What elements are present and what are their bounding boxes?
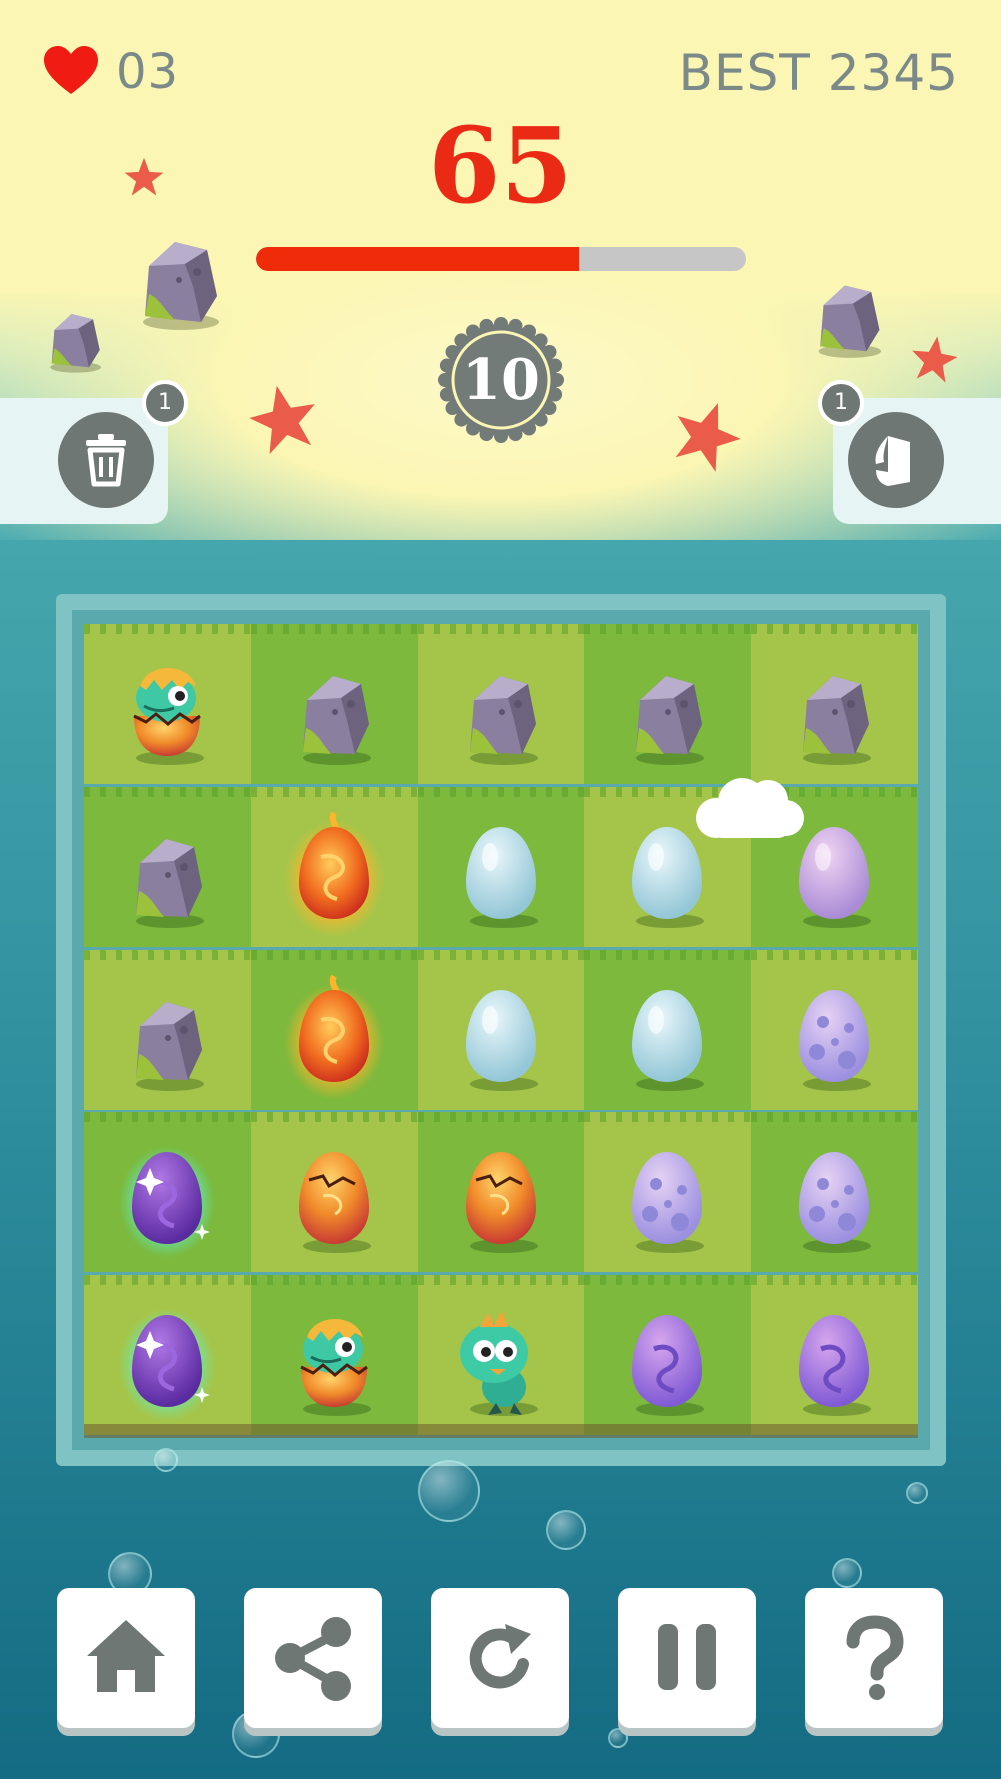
starfish-decoration <box>249 385 315 455</box>
game-board <box>84 624 919 1438</box>
restart-button[interactable] <box>431 1588 569 1728</box>
trash-powerup-button[interactable] <box>58 412 154 508</box>
cloud-decoration <box>696 778 804 838</box>
swirl-egg-icon <box>632 1315 705 1417</box>
rock-icon <box>469 676 538 765</box>
rock-icon <box>136 838 204 928</box>
share-button[interactable] <box>244 1588 382 1728</box>
best-score: BEST 2345 <box>678 44 959 102</box>
board-tile[interactable] <box>751 1112 919 1273</box>
bomb-powerup-button[interactable] <box>848 412 944 508</box>
rock-decoration <box>50 314 101 373</box>
bomb-count-badge: 1 <box>818 380 864 426</box>
board-tile[interactable] <box>84 1112 251 1273</box>
plain-egg-icon <box>632 989 705 1091</box>
level-badge: 10 <box>437 316 565 444</box>
moves-counter: 65 <box>428 104 573 227</box>
board-tile[interactable] <box>84 1275 251 1436</box>
board-tile[interactable] <box>584 624 752 784</box>
magic-egg-icon <box>119 1146 215 1259</box>
starfish-decoration <box>675 403 741 472</box>
board-tile[interactable] <box>250 949 418 1110</box>
rock-icon <box>136 1001 204 1091</box>
home-icon <box>87 1620 165 1692</box>
bubble-decoration <box>906 1482 928 1504</box>
board-tile[interactable] <box>417 624 585 784</box>
starfish-decoration <box>912 336 958 383</box>
board-edge <box>84 1424 918 1438</box>
board-tile[interactable] <box>250 624 418 784</box>
bubble-decoration <box>546 1510 586 1550</box>
restart-icon <box>469 1624 531 1689</box>
board-tile[interactable] <box>751 949 919 1110</box>
plain-egg-icon <box>465 826 538 928</box>
rock-decoration <box>818 285 882 358</box>
board-tile[interactable] <box>751 624 919 784</box>
share-icon <box>275 1617 351 1701</box>
board-tile[interactable] <box>250 1112 418 1273</box>
board-tile[interactable] <box>584 949 752 1110</box>
help-button[interactable] <box>805 1588 943 1728</box>
progress-bar <box>256 247 746 271</box>
hatching-dragon-icon <box>300 1319 371 1417</box>
home-button[interactable] <box>57 1588 195 1728</box>
spotted-egg-icon <box>799 1152 872 1254</box>
help-icon <box>846 1615 904 1700</box>
bubble-decoration <box>154 1448 178 1472</box>
cracked-egg-icon <box>465 1152 538 1254</box>
rock-icon <box>302 676 371 765</box>
spotted-egg-icon <box>632 1152 705 1254</box>
trash-icon <box>86 434 126 487</box>
progress-fill <box>256 247 580 271</box>
lives-count: 03 <box>116 44 180 100</box>
board-tile[interactable] <box>751 1275 919 1436</box>
board-tile[interactable] <box>84 786 251 947</box>
board-tile[interactable] <box>417 949 585 1110</box>
hatching-dragon-icon <box>133 668 204 765</box>
swirl-egg-icon <box>799 1315 872 1417</box>
pause-icon <box>658 1624 716 1690</box>
board-tile[interactable] <box>584 1275 752 1436</box>
board-tile[interactable] <box>417 1112 585 1273</box>
board-tile[interactable] <box>584 1112 752 1273</box>
spotted-egg-icon <box>799 989 872 1091</box>
bubble-decoration <box>608 1728 628 1748</box>
heart-icon <box>44 46 98 94</box>
rock-decoration <box>143 242 219 330</box>
fire-egg-icon <box>283 974 384 1100</box>
board-tile[interactable] <box>417 1275 585 1436</box>
magic-egg-icon <box>119 1309 215 1422</box>
rock-icon <box>636 676 705 765</box>
plain-egg-icon <box>465 989 538 1091</box>
rock-icon <box>803 676 872 765</box>
pause-button[interactable] <box>618 1588 756 1728</box>
board-tile[interactable] <box>84 949 251 1110</box>
board-tile[interactable] <box>84 624 251 784</box>
cracked-egg-icon <box>298 1152 371 1254</box>
trash-count-badge: 1 <box>142 380 188 426</box>
board-tile[interactable] <box>250 1275 418 1436</box>
level-number: 10 <box>462 347 540 413</box>
bubble-decoration <box>832 1558 862 1588</box>
board-tile[interactable] <box>250 786 418 947</box>
bomb-icon <box>875 436 910 486</box>
board-tile[interactable] <box>417 786 585 947</box>
bubble-decoration <box>418 1460 480 1522</box>
baby-dragon-icon <box>459 1311 538 1417</box>
fire-egg-icon <box>283 811 384 937</box>
